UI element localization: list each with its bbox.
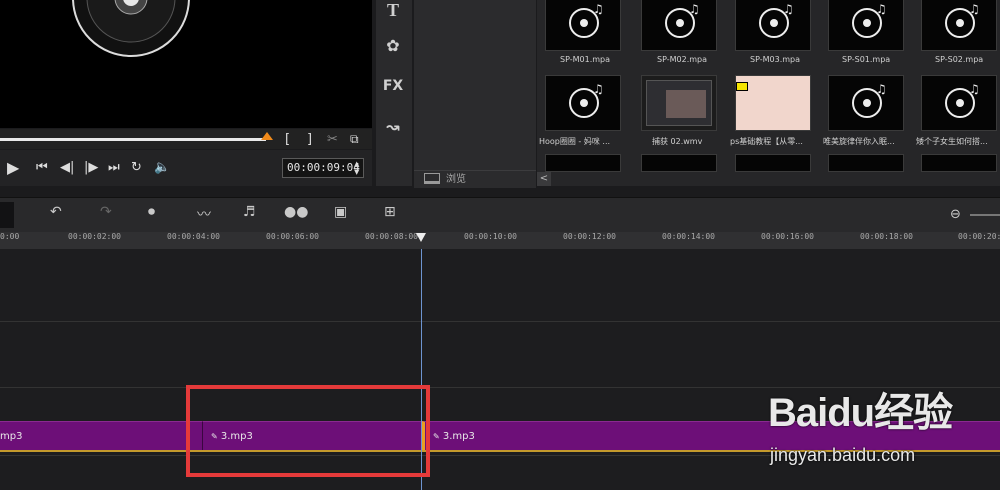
music-note-icon: ♫ <box>969 2 980 16</box>
path-tool-icon[interactable]: ↝ <box>378 117 408 136</box>
ruler-tick-label: 00:00:10:00 <box>464 232 517 241</box>
scrub-bar[interactable]: [ ] ✂ ⧉ <box>0 129 372 149</box>
record-capture-icon[interactable]: ⏺ <box>148 204 155 220</box>
library-item[interactable] <box>921 154 997 172</box>
library-item[interactable]: ♫ <box>828 0 904 51</box>
zoom-slider[interactable] <box>970 214 1000 216</box>
mark-out-button[interactable]: ] <box>307 132 312 147</box>
motion-tracking-icon[interactable]: ●● <box>284 204 308 220</box>
next-frame-icon[interactable]: |▶ <box>84 159 98 177</box>
scrub-track[interactable] <box>0 138 266 141</box>
undo-icon[interactable]: ↶ <box>50 204 62 220</box>
mark-in-button[interactable]: [ <box>285 132 290 147</box>
view-toggle[interactable] <box>0 202 14 228</box>
library-item-label: SP-M01.mpa <box>560 55 611 64</box>
baidu-url: jingyan.baidu.com <box>770 445 916 465</box>
library-item[interactable] <box>641 75 717 131</box>
ruler-tick-label: 00:00:16:00 <box>761 232 814 241</box>
split-icon[interactable]: ✂ <box>327 132 338 147</box>
library-item-label: SP-S01.mpa <box>842 55 891 64</box>
library-item[interactable]: ♫ <box>828 75 904 131</box>
scroll-left-button[interactable]: < <box>537 172 551 186</box>
library-item[interactable]: ♫ <box>641 0 717 51</box>
music-note-icon: ♫ <box>969 82 980 96</box>
play-icon[interactable]: ▶ <box>7 159 19 177</box>
go-start-icon[interactable]: ⏮ <box>36 159 48 177</box>
library-item[interactable] <box>735 75 811 131</box>
ruler-tick-label: 00:00:18:00 <box>860 232 913 241</box>
music-note-icon: ♫ <box>689 2 700 16</box>
auto-music-icon[interactable]: ♬ <box>243 204 256 220</box>
ruler-tick-label: 00:00:02:00 <box>68 232 121 241</box>
library-item[interactable]: ♫ <box>921 75 997 131</box>
library-item-label: ps基础教程【从零... <box>730 137 803 146</box>
browse-icon <box>424 173 440 184</box>
music-note-icon: ♫ <box>593 2 604 16</box>
track-divider <box>0 321 1000 322</box>
library-item-label: SP-M02.mpa <box>657 55 708 64</box>
scrub-handle[interactable] <box>260 132 273 140</box>
library-item[interactable]: ♫ <box>735 0 811 51</box>
library-item[interactable] <box>828 154 904 172</box>
library-item[interactable]: ♫ <box>545 75 621 131</box>
ruler-tick-label: 00:00:12:00 <box>563 232 616 241</box>
library-item[interactable]: ♫ <box>921 0 997 51</box>
baidu-logo: Baidu经验 <box>768 391 953 435</box>
timecode-field[interactable]: 00:00:09:04 <box>282 158 364 178</box>
ruler-tick-label: 00:00:20:0 <box>958 232 1000 241</box>
clip-label: 3.mp3 <box>442 431 475 442</box>
library-panel-area <box>414 0 536 170</box>
preview-window <box>0 0 372 128</box>
sound-mixer-icon[interactable]: 〰 <box>197 204 211 224</box>
clip-label: mp3 <box>0 431 23 442</box>
repeat-icon[interactable]: ↻ <box>131 159 142 177</box>
ruler-tick-label: 00:00:06:00 <box>266 232 319 241</box>
timecode-spinner[interactable]: ▲ ▼ <box>354 160 359 176</box>
go-end-icon[interactable]: ⏭ <box>108 159 120 177</box>
annotation-highlight-box <box>186 385 430 477</box>
clip-edit-icon: ✎ <box>433 432 440 441</box>
title-tool-icon[interactable]: T <box>378 0 408 21</box>
music-note-icon: ♫ <box>876 82 887 96</box>
music-note-icon: ♫ <box>876 2 887 16</box>
music-note-icon: ♫ <box>783 2 794 16</box>
browse-label: 浏览 <box>446 174 466 185</box>
library-item-label: SP-M03.mpa <box>750 55 801 64</box>
library-item-label: 矮个子女生如何搭... <box>916 137 988 146</box>
ruler-tick-label: 00:00:04:00 <box>167 232 220 241</box>
ruler-tick-label: 0:00 <box>0 232 20 241</box>
ruler-tick-label: 00:00:14:00 <box>662 232 715 241</box>
music-note-icon: ♫ <box>593 82 604 96</box>
audio-clip[interactable]: mp3 <box>0 421 202 452</box>
video-thumbnail-content <box>666 90 706 118</box>
audio-disc-preview <box>72 0 190 57</box>
volume-icon[interactable]: 🔈 <box>154 159 170 177</box>
library-item[interactable] <box>545 154 621 172</box>
multi-camera-icon[interactable]: ⊞ <box>384 204 396 220</box>
playhead-handle[interactable] <box>416 233 426 242</box>
subtitle-editor-icon[interactable]: ▣ <box>334 204 347 220</box>
copy-icon[interactable]: ⧉ <box>350 132 359 147</box>
ruler-tick-label: 00:00:08:00 <box>365 232 418 241</box>
fx-tool-icon[interactable]: FX <box>378 78 408 94</box>
prev-frame-icon[interactable]: ◀| <box>60 159 74 177</box>
tag-icon <box>736 82 748 91</box>
library-item[interactable] <box>641 154 717 172</box>
library-item-label: 唯美旋律伴你入眠... <box>823 137 895 146</box>
library-item[interactable]: ♫ <box>545 0 621 51</box>
redo-icon[interactable]: ↷ <box>100 204 112 220</box>
library-item[interactable] <box>735 154 811 172</box>
library-item-label: Hoop圈圈 - 妈咪 ... <box>539 137 611 146</box>
graphics-tool-icon[interactable]: ✿ <box>378 36 408 55</box>
zoom-out-icon[interactable]: ⊖ <box>950 207 961 222</box>
library-item-label: SP-S02.mpa <box>935 55 984 64</box>
